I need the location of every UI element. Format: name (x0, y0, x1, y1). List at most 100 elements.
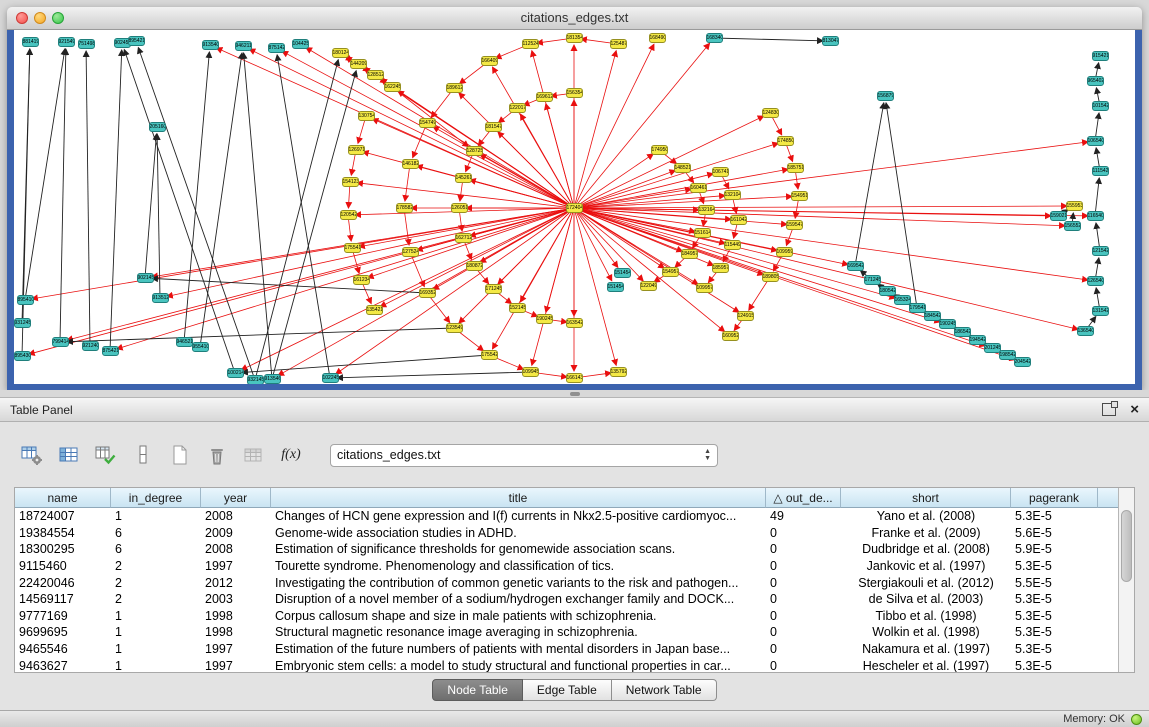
graph-node[interactable]: 12697154 (348, 145, 365, 155)
graph-node[interactable]: 14420941 (350, 59, 367, 69)
graph-node[interactable]: 19024508 (939, 319, 956, 329)
graph-node[interactable]: 12548791 (610, 39, 627, 49)
graph-node[interactable]: 16046127 (690, 183, 707, 193)
column-header[interactable]: title (271, 488, 766, 508)
graph-node[interactable]: 9135124 (152, 293, 169, 303)
graph-node[interactable]: 17858213 (396, 203, 413, 213)
column-header[interactable]: year (201, 488, 271, 508)
graph-node[interactable]: 12851217 (367, 70, 384, 80)
graph-node[interactable]: 18575105 (787, 163, 804, 173)
graph-node[interactable]: 18980513 (762, 272, 779, 282)
graph-node[interactable]: 13154213 (1092, 306, 1109, 316)
graph-node[interactable]: 15954780 (786, 220, 803, 230)
graph-node[interactable]: 16532418 (894, 295, 911, 305)
column-header[interactable]: short (841, 488, 1011, 508)
graph-node[interactable]: 15495734 (662, 267, 679, 277)
table-scrollbar[interactable] (1118, 488, 1134, 672)
graph-node[interactable]: 12204917 (640, 281, 657, 291)
graph-node[interactable]: 10674127 (712, 167, 729, 177)
graph-node[interactable]: 9215498 (58, 37, 75, 47)
table-row[interactable]: 2242004622012Investigating the contribut… (15, 574, 1118, 591)
graph-node[interactable]: 16271243 (455, 233, 472, 243)
graph-node[interactable]: 8754213 (102, 346, 119, 356)
network-canvas[interactable]: 1724046156354231696124312201721181547261… (14, 30, 1135, 384)
graph-node[interactable]: 10995753 (696, 283, 713, 293)
graph-node[interactable]: 9135401 (202, 40, 219, 50)
graph-node[interactable]: 9312453 (14, 318, 31, 328)
tab-edge-table[interactable]: Edge Table (523, 679, 612, 701)
float-panel-icon[interactable] (1102, 403, 1116, 416)
table-row[interactable]: 1830029562008Estimation of significance … (15, 541, 1118, 558)
table-row[interactable]: 1938455462009Genome-wide association stu… (15, 525, 1118, 542)
graph-node[interactable]: 18495729 (681, 249, 698, 259)
new-column-icon[interactable] (166, 441, 194, 469)
graph-node[interactable]: 11544916 (724, 240, 741, 250)
graph-node[interactable]: 10224513 (322, 373, 339, 383)
graph-node[interactable]: 20516034 (149, 122, 166, 132)
graph-node[interactable]: 7514989 (78, 39, 95, 49)
network-window-titlebar[interactable]: citations_edges.txt (7, 7, 1142, 30)
graph-node[interactable]: 17954102 (909, 303, 926, 313)
graph-node[interactable]: 13210456 (724, 190, 741, 200)
graph-node[interactable]: 18012413 (332, 48, 349, 58)
graph-node[interactable]: 9212407 (82, 341, 99, 351)
graph-node[interactable]: 17485083 (777, 136, 794, 146)
column-header[interactable]: pagerank (1011, 488, 1098, 508)
graph-node[interactable]: 18154726 (485, 122, 502, 132)
graph-node[interactable]: 17554126 (344, 243, 361, 253)
table-row[interactable]: 946554611997Estimation of the future num… (15, 641, 1118, 658)
graph-node[interactable]: 9654023 (1087, 76, 1104, 86)
graph-node[interactable]: 15655245 (1064, 221, 1081, 231)
graph-node[interactable]: 12872512 (466, 146, 483, 156)
graph-node[interactable]: 16104217 (730, 215, 747, 225)
graph-node[interactable]: 16640910 (481, 56, 498, 66)
graph-node[interactable]: 13075413 (358, 111, 375, 121)
function-builder-icon[interactable]: f(x) (277, 441, 305, 469)
table-body[interactable]: 1872400712008Changes of HCN gene express… (15, 508, 1118, 672)
graph-node[interactable]: 12752418 (402, 247, 419, 257)
graph-node[interactable]: 10995934 (776, 247, 793, 257)
graph-node[interactable]: 12201721 (509, 103, 526, 113)
table-row[interactable]: 977716911998Corpus callosum shape and si… (15, 608, 1118, 625)
graph-node[interactable]: 8814199 (22, 37, 39, 47)
graph-node[interactable]: 9021454 (137, 273, 154, 283)
graph-node[interactable]: 12483013 (762, 108, 779, 118)
graph-node[interactable]: 11654023 (1087, 211, 1104, 221)
graph-node[interactable]: 11154213 (1092, 166, 1109, 176)
graph-node[interactable]: 10442519 (292, 39, 309, 49)
graph-node[interactable]: 13542167 (366, 305, 383, 315)
graph-node[interactable]: 16849059 (649, 33, 666, 43)
graph-node[interactable]: 18087214 (466, 261, 483, 271)
graph-node[interactable]: 19454213 (969, 335, 986, 345)
graph-node[interactable]: 8954107 (17, 295, 34, 305)
graph-node[interactable]: 19854213 (999, 350, 1016, 360)
graph-node[interactable]: 16954213 (847, 261, 864, 271)
table-row[interactable]: 1872400712008Changes of HCN gene express… (15, 508, 1118, 525)
table-select-dropdown[interactable]: citations_edges.txt ▲▼ (330, 444, 718, 467)
graph-node[interactable]: 16935212 (419, 288, 436, 298)
graph-node[interactable]: 17124509 (864, 275, 881, 285)
graph-node[interactable]: 18654211 (954, 327, 971, 337)
graph-node[interactable]: 15214563 (509, 303, 526, 313)
graph-node[interactable]: 15595312 (1066, 201, 1083, 211)
graph-node[interactable]: 11252419 (522, 39, 539, 49)
graph-node[interactable]: 9154213 (1092, 51, 1109, 61)
graph-node[interactable]: 18454213 (924, 311, 941, 321)
graph-node[interactable]: 14618212 (402, 159, 419, 169)
graph-node[interactable]: 12354912 (446, 323, 463, 333)
graph-node[interactable]: 18135424 (566, 33, 583, 43)
graph-node[interactable]: 16961243 (536, 92, 553, 102)
graph-node[interactable]: 20124502 (984, 343, 1001, 353)
graph-node[interactable]: 9321450 (247, 375, 264, 384)
graph-node[interactable]: 12605112 (451, 203, 468, 213)
graph-node[interactable]: 18595744 (712, 263, 729, 273)
tab-network-table[interactable]: Network Table (612, 679, 717, 701)
show-columns-icon[interactable] (55, 441, 83, 469)
table-row[interactable]: 969969511998Structural magnetic resonanc… (15, 624, 1118, 641)
graph-node[interactable]: 16224518 (384, 82, 401, 92)
table-scrollbar-thumb[interactable] (1121, 510, 1132, 582)
table-row[interactable]: 946362711997Embryonic stem cells: a mode… (15, 657, 1118, 672)
import-table-icon[interactable] (240, 441, 268, 469)
table-row[interactable]: 1456911722003Disruption of a novel membe… (15, 591, 1118, 608)
close-panel-icon[interactable]: × (1130, 402, 1139, 417)
